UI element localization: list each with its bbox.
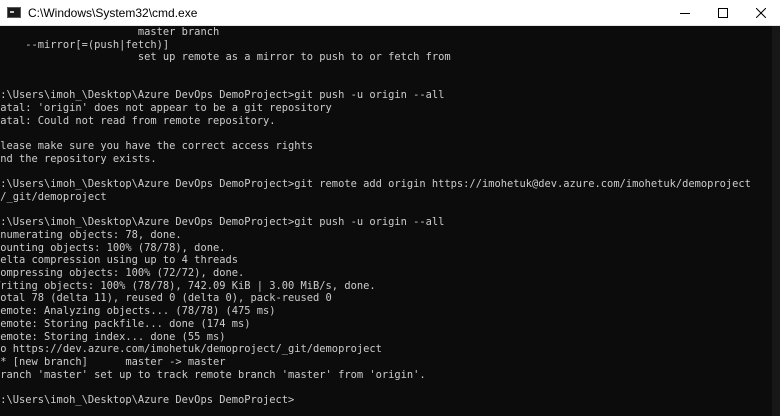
vertical-scrollbar[interactable] [772, 26, 780, 416]
close-icon [756, 8, 766, 18]
console-line: Total 78 (delta 11), reused 0 (delta 0),… [0, 292, 332, 305]
console-line: remote: Analyzing objects... (78/78) (47… [0, 305, 276, 318]
title-bar[interactable]: C:\Windows\System32\cmd.exe [0, 0, 780, 26]
maximize-icon [718, 8, 728, 18]
cmd-icon[interactable] [7, 7, 21, 18]
console-line: C:\Users\imoh_\Desktop\Azure DevOps Demo… [0, 216, 445, 229]
cmd-window: C:\Windows\System32\cmd.exe master branc… [0, 0, 780, 416]
console-line: remote: Storing packfile... done (174 ms… [0, 317, 251, 330]
console-line: and the repository exists. [0, 152, 157, 165]
console-line: --mirror[=(push|fetch)] [0, 38, 170, 51]
console-line: C:\Users\imoh_\Desktop\Azure DevOps Demo… [0, 89, 445, 102]
console-line: To https://dev.azure.com/imohetuk/demopr… [0, 343, 382, 356]
console-line: master branch [0, 26, 220, 38]
window-title: C:\Windows\System32\cmd.exe [28, 5, 198, 20]
console-line: C:\Users\imoh_\Desktop\Azure DevOps Demo… [0, 393, 295, 406]
maximize-button[interactable] [704, 0, 742, 26]
minimize-button[interactable] [666, 0, 704, 26]
close-button[interactable] [742, 0, 780, 26]
console-line: fatal: 'origin' does not appear to be a … [0, 102, 332, 115]
console-line: Compressing objects: 100% (72/72), done. [0, 267, 245, 280]
console-output[interactable]: master branch --mirror[=(push|fetch)] se… [0, 26, 772, 416]
console-line: set up remote as a mirror to push to or … [0, 51, 451, 64]
console-line: Counting objects: 100% (78/78), done. [0, 241, 226, 254]
console-line: Writing objects: 100% (78/78), 742.09 Ki… [0, 279, 376, 292]
console-line: t/_git/demoproject [0, 190, 107, 203]
console-line: Please make sure you have the correct ac… [0, 140, 314, 153]
console-line: fatal: Could not read from remote reposi… [0, 114, 276, 127]
window-controls [666, 0, 780, 26]
console-line: * [new branch] master -> master [0, 355, 226, 368]
minimize-icon [680, 13, 690, 14]
console-line: C:\Users\imoh_\Desktop\Azure DevOps Demo… [0, 178, 751, 191]
console-line: Branch 'master' set up to track remote b… [0, 368, 426, 381]
console-line: Delta compression using up to 4 threads [0, 254, 238, 267]
console-line: remote: Storing index... done (55 ms) [0, 330, 226, 343]
console-line: Enumerating objects: 78, done. [0, 229, 182, 241]
